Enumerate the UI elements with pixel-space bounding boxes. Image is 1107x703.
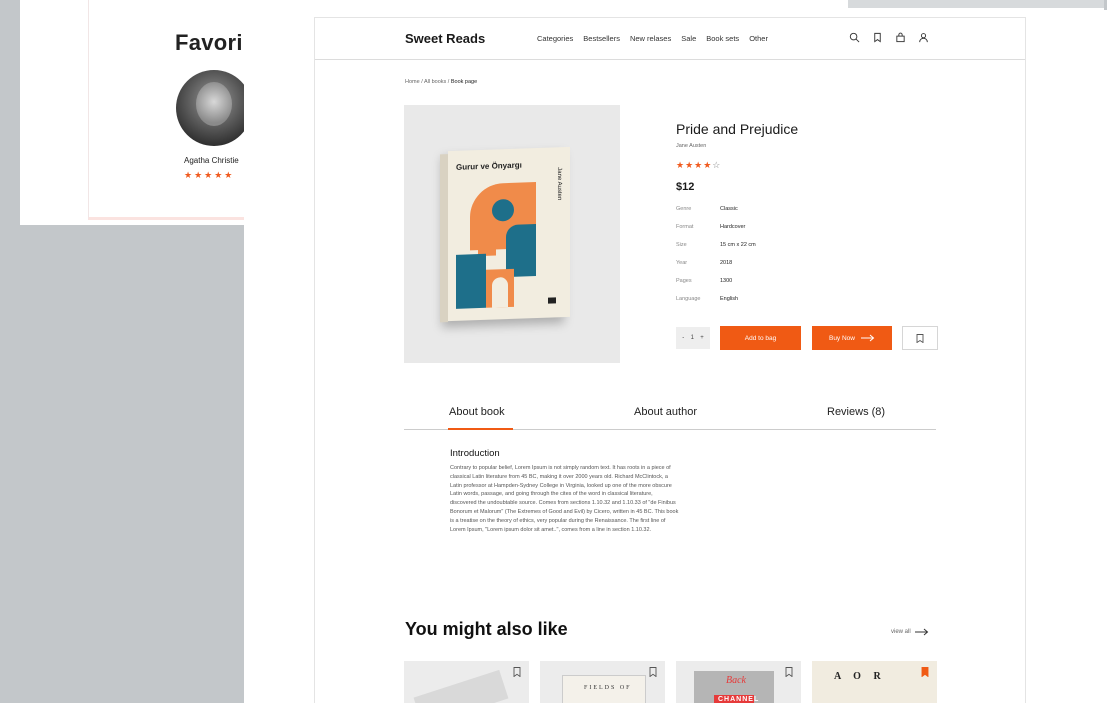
nav-link-bestsellers[interactable]: Bestsellers [583,34,620,43]
favorite-author-rating: ★★★★★ [184,170,235,180]
spec-key: Pages [676,278,692,284]
spec-key: Language [676,296,701,302]
nav-link-other[interactable]: Other [749,34,768,43]
logo[interactable]: Sweet Reads [405,31,485,46]
spec-row: Format Hardcover [676,224,745,230]
spec-value: 2018 [720,260,733,266]
publisher-logo [548,297,556,304]
book-page: Sweet Reads Categories Bestsellers New r… [314,17,1026,703]
save-to-wishlist-button[interactable] [902,326,938,350]
recommended-book-card[interactable]: Back CHANNEL [676,661,801,703]
book-rating: ★★★★☆ [676,160,721,171]
favorites-title: Favori [175,30,243,55]
arrow-right-icon [861,334,875,342]
nav-link-new-releases[interactable]: New relases [630,34,671,43]
bookmark-icon [916,333,924,343]
book-spine [440,154,448,323]
cover-shape [478,231,496,257]
book-thumbnail-text: CHANNEL [718,696,760,703]
spec-value: 1300 [720,278,733,284]
breadcrumb-path[interactable]: Home / All books / [405,79,451,85]
bag-icon[interactable] [895,32,906,43]
intro-body: Contrary to popular belief, Lorem Ipsum … [450,465,679,533]
nav-link-categories[interactable]: Categories [537,34,573,43]
nav-icons [849,32,929,43]
arrow-right-icon [914,628,928,636]
view-all-label: view all [891,629,911,635]
spec-row: Genre Classic [676,206,738,212]
book-title: Pride and Prejudice [676,121,799,137]
bookmark-icon[interactable] [872,32,883,43]
spec-row: Language English [676,296,738,302]
spec-key: Size [676,242,687,248]
tab-about-book[interactable]: About book [449,406,505,418]
user-icon[interactable] [918,32,929,43]
spec-key: Genre [676,206,692,212]
add-to-bag-button[interactable]: Add to bag [720,326,801,350]
breadcrumb: Home / All books / Book page [405,79,477,85]
book-author[interactable]: Jane Austen [676,143,706,149]
view-all-link[interactable]: view all [891,628,929,636]
bookmark-filled-icon[interactable] [921,667,929,677]
bookmark-icon[interactable] [785,667,793,677]
spec-row: Pages 1300 [676,278,732,284]
spec-value: Hardcover [720,224,746,230]
recommendations-heading: You might also like [405,619,568,639]
intro-heading: Introduction [450,448,500,459]
cover-author: Jane Austen [556,167,562,201]
buy-now-label: Buy Now [828,334,855,342]
breadcrumb-current: Book page [450,79,478,85]
rating-star-empty: ☆ [712,160,722,170]
product-tabs: About book About author Reviews (8) [404,403,936,430]
tab-about-author[interactable]: About author [634,406,697,418]
buy-now-button[interactable]: Buy Now [812,326,892,350]
top-navigation: Sweet Reads Categories Bestsellers New r… [315,18,1025,60]
cover-title: Gurur ve Önyargı [456,160,522,172]
cover-shape [456,253,486,309]
author-avatar[interactable] [176,70,252,146]
quantity-decrease-button[interactable]: - [682,335,684,341]
cover-shape [492,277,508,308]
active-tab-indicator [448,428,513,430]
recommended-book-card[interactable]: FIELDS OF [540,661,665,703]
spec-key: Format [676,224,694,230]
nav-links: Categories Bestsellers New relases Sale … [537,34,768,43]
spec-value: Classic [720,206,738,212]
spec-key: Year [676,260,688,266]
recommended-book-card[interactable] [404,661,529,703]
bookmark-icon[interactable] [649,667,657,677]
spec-value: English [720,296,739,302]
bookmark-icon[interactable] [513,667,521,677]
nav-link-sale[interactable]: Sale [681,34,696,43]
nav-link-book-sets[interactable]: Book sets [706,34,739,43]
book-price: $12 [676,181,695,193]
book-thumbnail [413,669,509,703]
book-illustration: Gurur ve Önyargı Jane Austen [440,146,570,323]
rating-stars-filled: ★★★★ [676,160,713,170]
search-icon[interactable] [849,32,860,43]
book-thumbnail-text: A O R [834,671,886,682]
quantity-stepper: - 1 + [676,327,710,349]
book-cover-image: Gurur ve Önyargı Jane Austen [404,105,620,363]
quantity-increase-button[interactable]: + [700,335,704,341]
spec-row: Size 15 cm x 22 cm [676,242,756,248]
background-strip-right [848,0,1104,8]
spec-value: 15 cm x 22 cm [720,242,756,248]
spec-row: Year 2018 [676,260,732,266]
tab-reviews[interactable]: Reviews (8) [827,406,885,418]
book-thumbnail-text: FIELDS OF [584,685,632,691]
favorite-author-name[interactable]: Agatha Christie [184,156,239,165]
quantity-value[interactable]: 1 [691,335,694,341]
recommended-book-card[interactable]: A O R [812,661,937,703]
book-thumbnail-text: Back [726,675,746,686]
